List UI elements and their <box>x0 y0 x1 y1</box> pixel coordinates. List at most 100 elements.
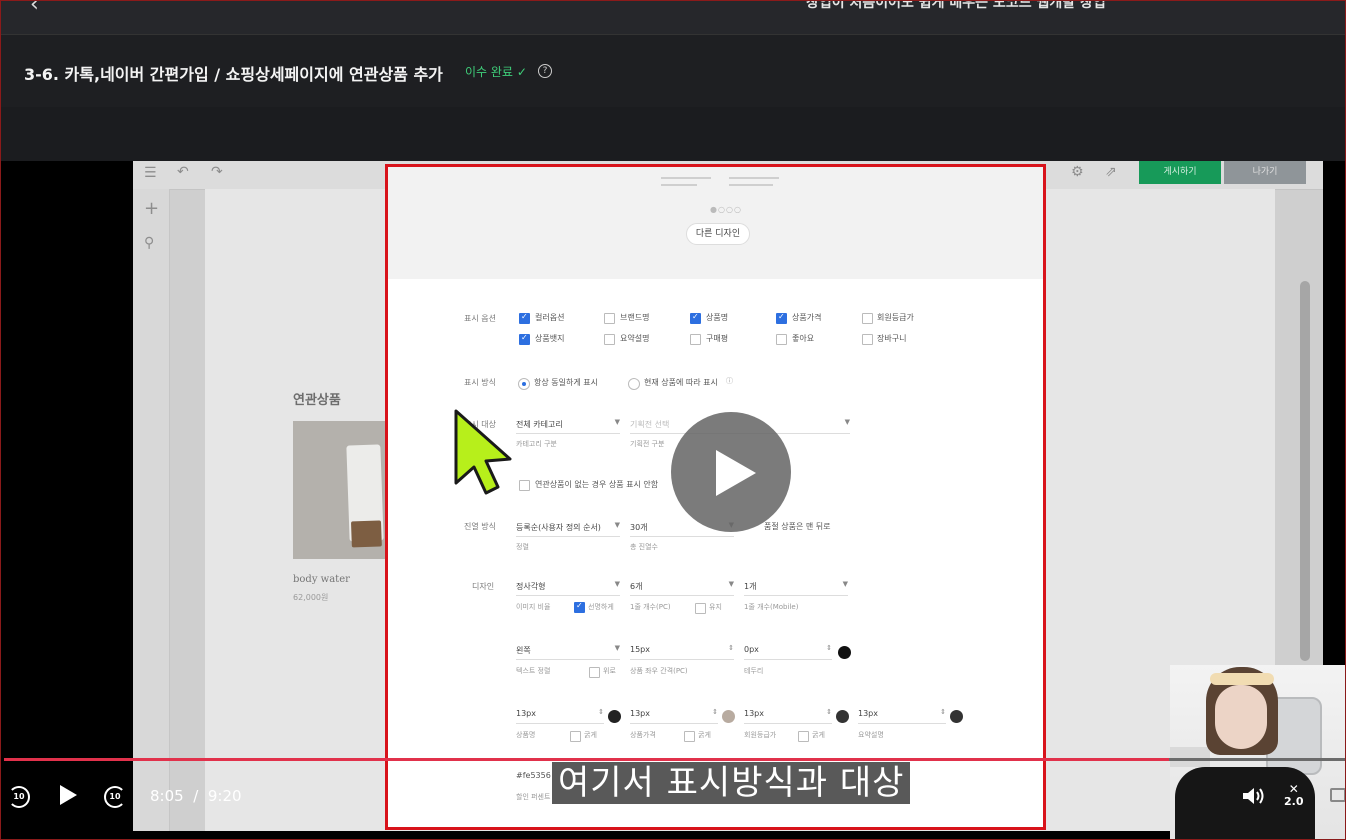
border-input-value: 0px <box>744 645 759 654</box>
checkbox-color-option <box>519 312 530 324</box>
radio-by-product-label: 현재 상품에 따라 표시 <box>644 378 718 387</box>
editor-scrollbar <box>1300 281 1310 661</box>
display-method-label: 표시 방식 <box>464 378 496 387</box>
font-size-value: 13px <box>630 709 650 718</box>
align-select-value: 왼쪽 <box>516 646 531 655</box>
border-sub-label: 테두리 <box>744 667 764 675</box>
keep-label: 유지 <box>709 603 722 611</box>
cols-mobile-sub-label: 1줄 개수(Mobile) <box>744 603 799 611</box>
gap-input: 15px ⇕ <box>630 644 734 660</box>
cols-pc-select-value: 6개 <box>630 582 643 591</box>
volume-glyph <box>1243 788 1264 804</box>
question-circle-icon[interactable]: ? <box>538 64 552 78</box>
checkbox-product-name <box>690 312 701 324</box>
chevron-down-icon: ▼ <box>842 580 848 588</box>
category-select: 전체 카테고리 ▼ <box>516 418 620 434</box>
close-icon: ✕ <box>1288 782 1299 796</box>
shape-select-value: 정사각형 <box>516 582 546 591</box>
checkbox-bold <box>684 731 695 742</box>
seek-bar[interactable] <box>4 758 1346 761</box>
stepper-icon: ⇕ <box>712 708 718 716</box>
volume-icon[interactable] <box>1242 786 1268 810</box>
checkbox-clear <box>574 601 585 613</box>
play-glyph <box>60 785 77 805</box>
chevron-down-icon: ▼ <box>614 418 620 426</box>
font-sub-label: 회원등급가 <box>744 731 777 739</box>
play-overlay-button[interactable] <box>671 412 791 532</box>
stepper-icon: ⇕ <box>728 644 734 652</box>
display-options-label: 표시 옵션 <box>464 314 496 323</box>
chevron-down-icon: ▼ <box>844 418 850 426</box>
font-size-value: 13px <box>858 709 878 718</box>
product-image <box>293 421 387 559</box>
bold-label: 굵게 <box>698 731 711 739</box>
bold-label: 굵게 <box>812 731 825 739</box>
gear-icon: ⚙ <box>1071 164 1084 180</box>
external-link-icon: ⇗ <box>1105 164 1117 180</box>
top-header: ‹ 창업이 처음이어도 쉽게 배우는 노코드 웹개발 창업 <box>0 0 1346 34</box>
option-label: 구매평 <box>706 334 729 343</box>
editor-left-rail: + ⚲ <box>133 189 170 831</box>
play-icon[interactable] <box>58 784 78 810</box>
count-select-value: 30개 <box>630 523 648 532</box>
option-label: 요약설명 <box>620 334 650 343</box>
radio-always-same <box>518 378 530 390</box>
checkbox-product-badge <box>519 333 530 345</box>
other-design-button: 다른 디자인 <box>686 223 750 245</box>
plus-icon: + <box>144 198 160 219</box>
question-circle-icon: ⓘ <box>726 377 733 385</box>
hamburger-icon: ☰ <box>144 165 157 181</box>
chevron-down-icon: ▼ <box>614 521 620 529</box>
forward-10-label: 10 <box>109 792 121 801</box>
checkbox-brand <box>604 313 615 324</box>
checkbox-bold <box>798 731 809 742</box>
video-player[interactable]: ☰ ↶ ↷ ⚙ ⇗ 게시하기 나가기 + ⚲ 연관상품 body water 6… <box>0 161 1346 840</box>
desk <box>1170 747 1210 767</box>
font-size-value: 13px <box>516 709 536 718</box>
mouse-cursor-icon <box>454 409 512 495</box>
clear-label: 선명하게 <box>588 603 614 611</box>
category-select-value: 전체 카테고리 <box>516 420 563 429</box>
stepper-icon: ⇕ <box>826 708 832 716</box>
option-label: 상품가격 <box>792 313 822 322</box>
sort-select-value: 등록순(사용자 정의 순서) <box>516 523 601 532</box>
design-label: 디자인 <box>472 582 495 591</box>
preview-line <box>729 184 773 186</box>
hide-when-empty-label: 연관상품이 없는 경우 상품 표시 안함 <box>535 480 659 489</box>
product-price: 62,000원 <box>293 593 329 602</box>
presenter-face <box>1215 685 1267 749</box>
rewind-10-icon[interactable]: 10 <box>8 786 30 808</box>
related-products-title: 연관상품 <box>293 393 341 408</box>
discount-sub-label: 할인 퍼센트 <box>516 793 551 801</box>
duration: 9:20 <box>207 787 242 805</box>
exit-button: 나가기 <box>1224 161 1306 184</box>
back-chevron-icon[interactable]: ‹ <box>30 0 39 17</box>
time-display: 8:05 / 9:20 <box>150 787 242 805</box>
option-label: 장바구니 <box>877 334 907 343</box>
checkbox-bold <box>570 731 581 742</box>
player-top-spacer <box>0 107 1346 161</box>
stepper-icon: ⇕ <box>598 708 604 716</box>
gap-input-value: 15px <box>630 645 650 654</box>
gap-sub-label: 상품 좌우 간격(PC) <box>630 667 688 675</box>
exhibition-select-placeholder: 기획전 선택 <box>630 420 670 429</box>
font-size-input: 13px ⇕ <box>630 708 718 724</box>
sort-select: 등록순(사용자 정의 순서) ▼ <box>516 521 620 537</box>
publish-button: 게시하기 <box>1139 161 1221 184</box>
arrange-label: 진열 방식 <box>464 522 496 531</box>
font-size-input: 13px ⇕ <box>858 708 946 724</box>
option-label: 회원등급가 <box>877 313 914 322</box>
ratio-sub-label: 이미지 비율 <box>516 603 551 611</box>
playback-speed-button[interactable]: ✕ 2.0 <box>1284 783 1304 808</box>
cols-mobile-select: 1개 ▼ <box>744 580 848 596</box>
bold-label: 굵게 <box>584 731 597 739</box>
checkbox-above <box>589 667 600 678</box>
checkbox-hide-when-empty <box>519 480 530 491</box>
member-price-color-swatch <box>836 710 849 723</box>
radio-by-product <box>628 378 640 390</box>
stepper-icon: ⇕ <box>940 708 946 716</box>
font-sub-label: 상품명 <box>516 731 536 739</box>
subtitles-icon[interactable] <box>1330 788 1346 802</box>
forward-10-icon[interactable]: 10 <box>104 786 126 808</box>
sort-sub-label: 정렬 <box>516 543 529 551</box>
